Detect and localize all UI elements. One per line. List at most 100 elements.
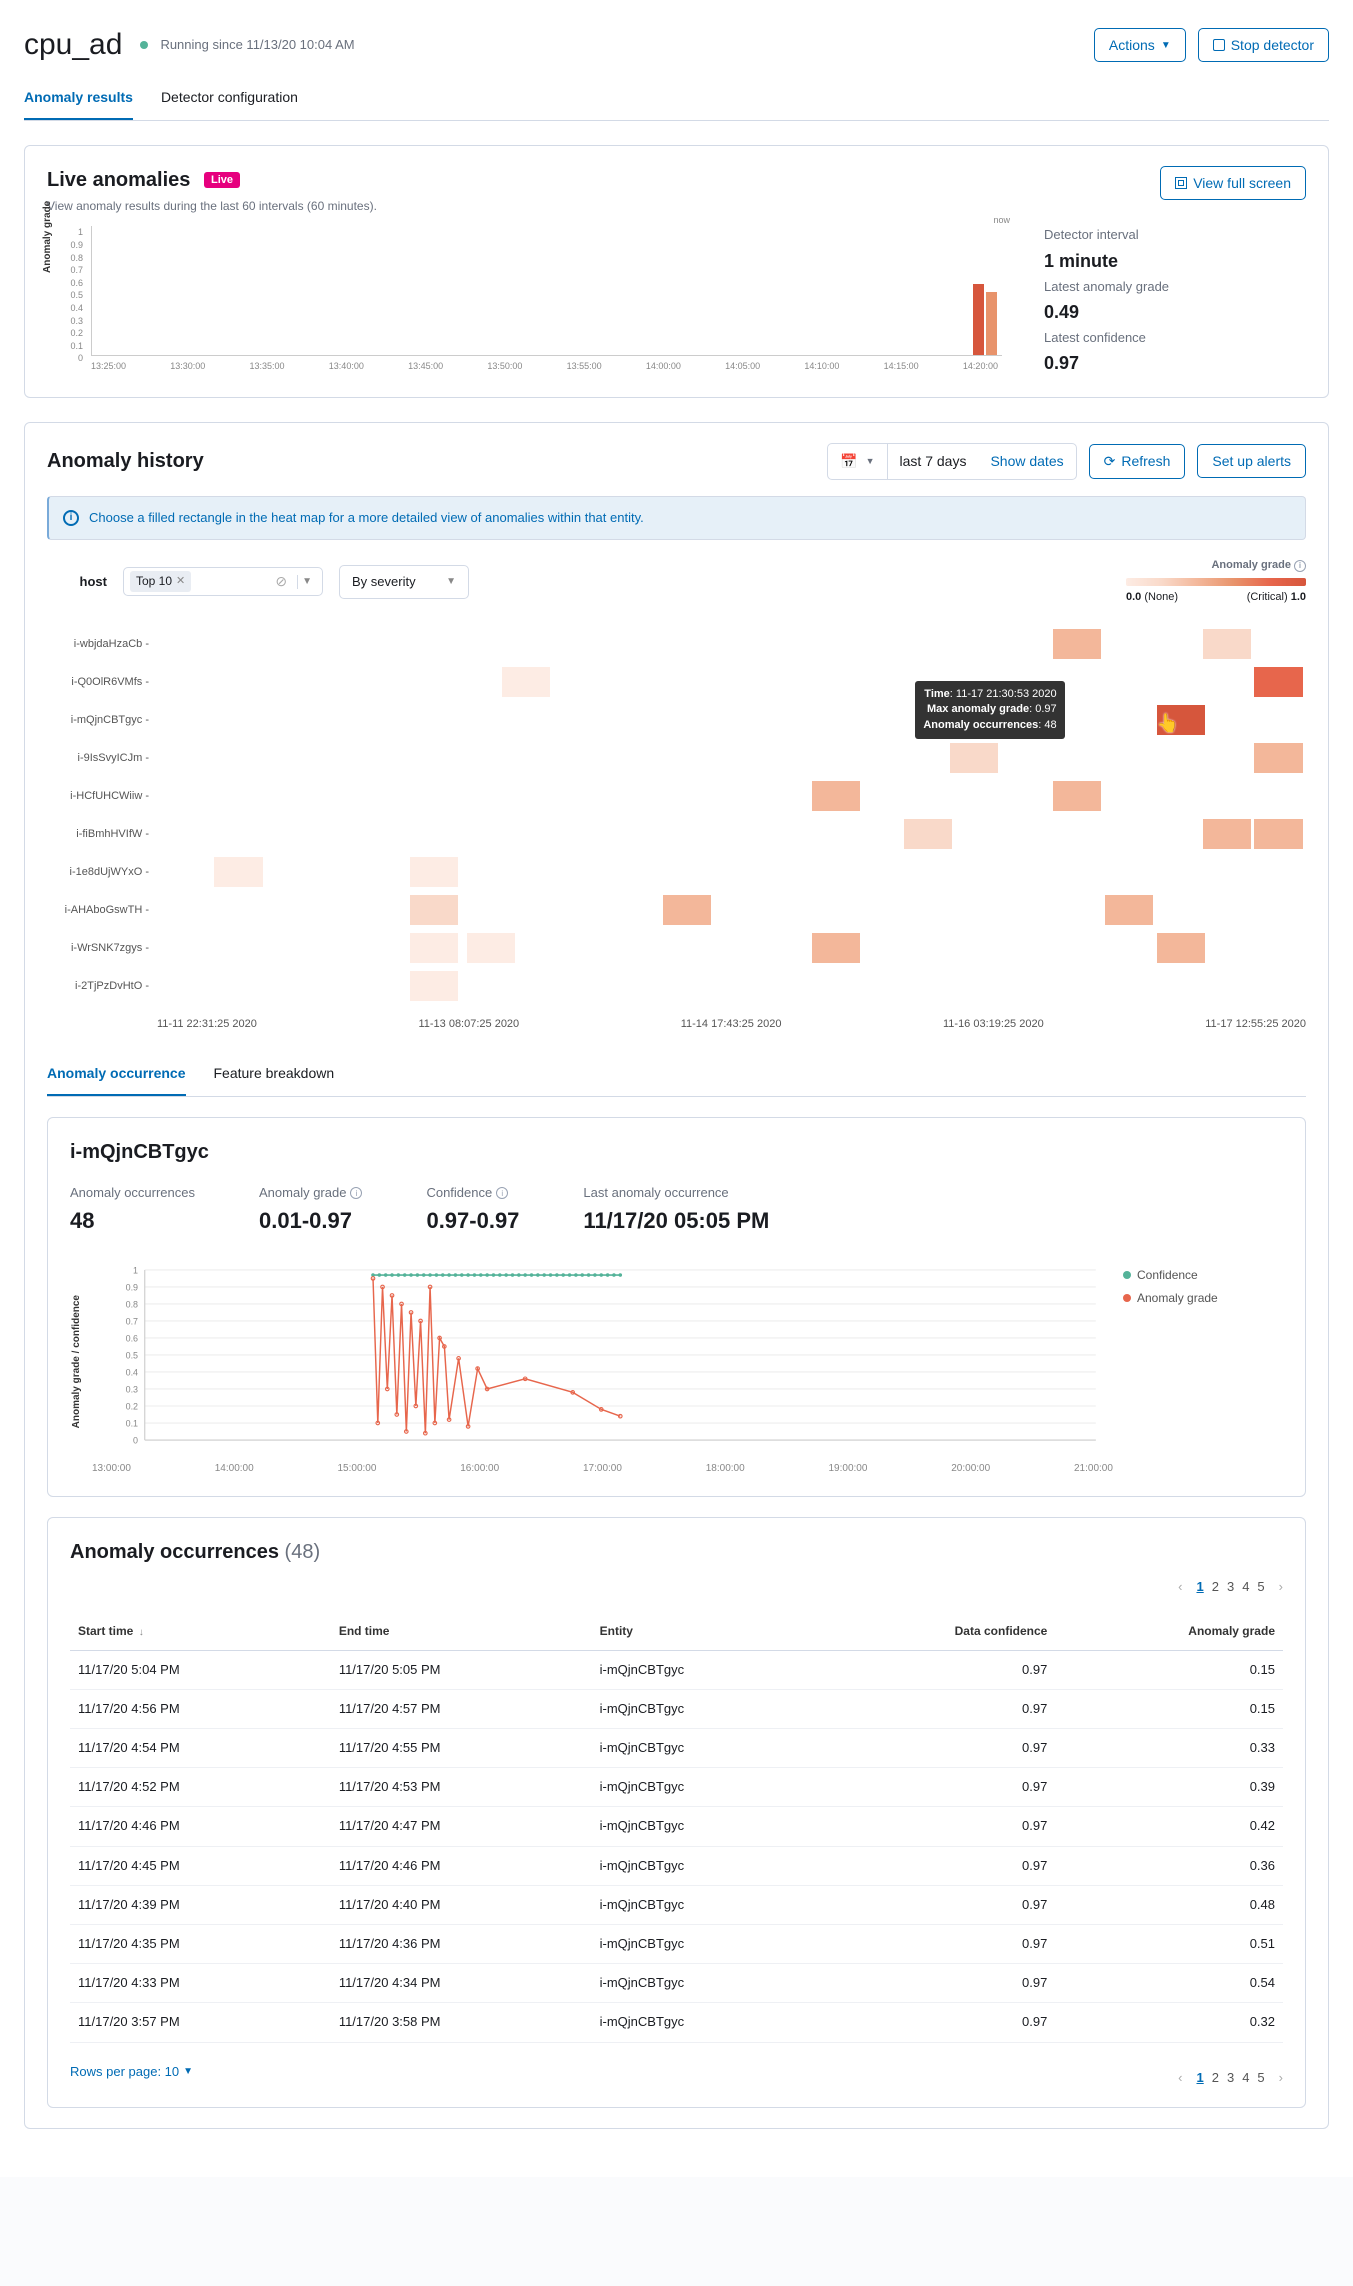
col-start-time[interactable]: Start time ↓	[70, 1613, 331, 1651]
table-row[interactable]: 11/17/20 4:54 PM11/17/20 4:55 PMi-mQjnCB…	[70, 1729, 1283, 1768]
now-label: now	[993, 214, 1010, 227]
heatmap-cell[interactable]	[214, 857, 262, 887]
host-filter-label: host	[47, 573, 107, 591]
show-dates-link[interactable]: Show dates	[978, 444, 1075, 480]
tab-detector-configuration[interactable]: Detector configuration	[161, 78, 298, 120]
table-row[interactable]: 11/17/20 4:45 PM11/17/20 4:46 PMi-mQjnCB…	[70, 1846, 1283, 1885]
legend-grade-label: Anomaly grade	[1137, 1290, 1218, 1307]
heatmap-cell[interactable]	[410, 933, 458, 963]
page-number[interactable]: 3	[1223, 2068, 1238, 2087]
clear-filters-icon[interactable]: ⊘	[275, 572, 287, 592]
tab-anomaly-results[interactable]: Anomaly results	[24, 78, 133, 120]
occurrences-label: Anomaly occurrences	[70, 1184, 195, 1202]
col-anomaly-grade[interactable]: Anomaly grade	[1055, 1613, 1283, 1651]
heatmap-cell[interactable]	[1254, 667, 1302, 697]
page-number[interactable]: 5	[1253, 1577, 1268, 1596]
view-full-screen-button[interactable]: View full screen	[1160, 166, 1306, 200]
heatmap-cell[interactable]	[1105, 895, 1153, 925]
table-row[interactable]: 11/17/20 4:33 PM11/17/20 4:34 PMi-mQjnCB…	[70, 1964, 1283, 2003]
latest-conf-value: 0.97	[1044, 351, 1306, 376]
legend-max-note: (Critical)	[1247, 591, 1288, 603]
table-row[interactable]: 11/17/20 4:39 PM11/17/20 4:40 PMi-mQjnCB…	[70, 1885, 1283, 1924]
page-number[interactable]: 1	[1192, 2068, 1207, 2087]
chevron-down-icon: ▼	[1161, 40, 1171, 51]
table-row[interactable]: 11/17/20 3:57 PM11/17/20 3:58 PMi-mQjnCB…	[70, 2003, 1283, 2042]
prev-page-button[interactable]: ‹	[1178, 2069, 1182, 2087]
table-row[interactable]: 11/17/20 4:52 PM11/17/20 4:53 PMi-mQjnCB…	[70, 1768, 1283, 1807]
detector-title: cpu_ad	[24, 24, 122, 66]
table-row[interactable]: 11/17/20 4:46 PM11/17/20 4:47 PMi-mQjnCB…	[70, 1807, 1283, 1846]
chevron-down-icon[interactable]: ▼	[297, 575, 316, 589]
page-number[interactable]: 4	[1238, 1577, 1253, 1596]
info-icon[interactable]: i	[350, 1187, 362, 1199]
host-filter-combo[interactable]: Top 10 ✕ ⊘ ▼	[123, 567, 323, 596]
date-range-value: last 7 days	[888, 444, 979, 480]
table-row[interactable]: 11/17/20 4:35 PM11/17/20 4:36 PMi-mQjnCB…	[70, 1924, 1283, 1963]
info-icon: i	[63, 510, 79, 526]
occurrences-table-title: Anomaly occurrences (48)	[70, 1538, 1283, 1566]
col-data-confidence[interactable]: Data confidence	[814, 1613, 1055, 1651]
page-number[interactable]: 1	[1192, 1577, 1207, 1596]
close-icon[interactable]: ✕	[176, 574, 185, 589]
prev-page-button[interactable]: ‹	[1178, 1578, 1182, 1596]
legend-confidence-icon	[1123, 1271, 1131, 1279]
stop-detector-button[interactable]: Stop detector	[1198, 28, 1329, 62]
next-page-button[interactable]: ›	[1279, 2069, 1283, 2087]
heatmap-cell[interactable]	[1053, 781, 1101, 811]
actions-label: Actions	[1109, 37, 1155, 53]
live-anomalies-panel: Live anomalies Live View anomaly results…	[24, 145, 1329, 398]
heatmap-cell[interactable]	[502, 667, 550, 697]
live-anomalies-chart: Anomaly grade 10.90.80.70.60.50.40.30.20…	[47, 226, 1002, 376]
svg-text:0.1: 0.1	[126, 1418, 138, 1428]
table-row[interactable]: 11/17/20 5:04 PM11/17/20 5:05 PMi-mQjnCB…	[70, 1650, 1283, 1689]
heatmap-host-label: i-wbjdaHzaCb -	[47, 625, 149, 663]
info-icon[interactable]: i	[1294, 560, 1306, 572]
next-page-button[interactable]: ›	[1279, 1578, 1283, 1596]
heatmap-cell[interactable]	[1203, 819, 1251, 849]
heatmap-cell[interactable]	[410, 971, 458, 1001]
page-number[interactable]: 2	[1208, 2068, 1223, 2087]
heatmap-cell[interactable]	[812, 933, 860, 963]
anomaly-history-title: Anomaly history	[47, 447, 204, 475]
entity-detail-chart: Anomaly grade / confidence 10.90.80.70.6…	[70, 1261, 1283, 1462]
actions-button[interactable]: Actions ▼	[1094, 28, 1186, 62]
heatmap-cell[interactable]	[1203, 629, 1251, 659]
heatmap-host-label: i-2TjPzDvHtO -	[47, 967, 149, 1005]
heatmap-cell[interactable]	[1053, 629, 1101, 659]
sort-select[interactable]: By severity ▼	[339, 565, 469, 599]
heatmap-cell[interactable]	[410, 895, 458, 925]
tab-feature-breakdown[interactable]: Feature breakdown	[214, 1054, 335, 1096]
tab-anomaly-occurrence[interactable]: Anomaly occurrence	[47, 1054, 186, 1096]
svg-text:0.9: 0.9	[126, 1282, 138, 1292]
col-entity[interactable]: Entity	[592, 1613, 815, 1651]
heatmap-cell[interactable]	[812, 781, 860, 811]
heatmap-cell[interactable]	[663, 895, 711, 925]
heatmap[interactable]: i-wbjdaHzaCb -i-Q0OlR6VMfs -i-mQjnCBTgyc…	[47, 625, 1306, 1005]
calendar-icon: 📅	[840, 452, 857, 472]
date-range-picker[interactable]: 📅 ▼ last 7 days Show dates	[827, 443, 1076, 481]
table-row[interactable]: 11/17/20 4:56 PM11/17/20 4:57 PMi-mQjnCB…	[70, 1689, 1283, 1728]
heatmap-cell[interactable]	[1254, 819, 1302, 849]
heatmap-cell[interactable]	[904, 819, 952, 849]
heatmap-cell[interactable]	[1157, 933, 1205, 963]
filter-chip-top10[interactable]: Top 10 ✕	[130, 571, 191, 592]
setup-alerts-button[interactable]: Set up alerts	[1197, 444, 1306, 478]
page-number[interactable]: 3	[1223, 1577, 1238, 1596]
info-icon[interactable]: i	[496, 1187, 508, 1199]
page-number[interactable]: 5	[1253, 2068, 1268, 2087]
heatmap-row	[157, 777, 1306, 815]
heatmap-cell[interactable]	[410, 857, 458, 887]
heatmap-tooltip: Time: 11-17 21:30:53 2020Max anomaly gra…	[915, 681, 1064, 739]
live-bar[interactable]	[986, 292, 997, 355]
heatmap-cell[interactable]	[467, 933, 515, 963]
page-number[interactable]: 2	[1208, 1577, 1223, 1596]
heatmap-cell[interactable]	[1254, 743, 1302, 773]
live-bar[interactable]	[973, 284, 984, 355]
col-end-time[interactable]: End time	[331, 1613, 592, 1651]
heatmap-cell[interactable]	[950, 743, 998, 773]
legend-max: 1.0	[1291, 591, 1306, 603]
heatmap-row	[157, 701, 1306, 739]
rows-per-page-select[interactable]: Rows per page: 10 ▼	[70, 2063, 193, 2081]
refresh-button[interactable]: ⟳ Refresh	[1089, 444, 1186, 479]
page-number[interactable]: 4	[1238, 2068, 1253, 2087]
